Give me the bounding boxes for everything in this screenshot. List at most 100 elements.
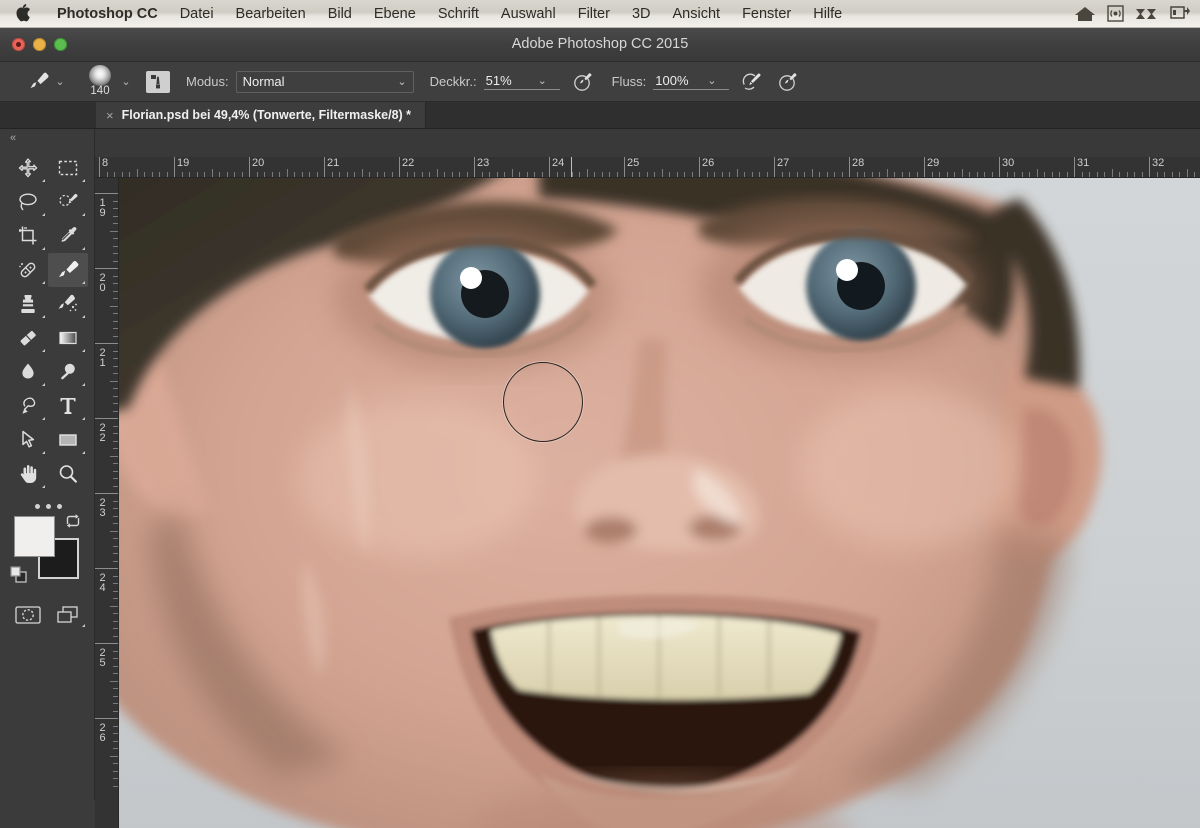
fast-forward-icon[interactable]: [1135, 6, 1159, 22]
menu-item-hilfe[interactable]: Hilfe: [802, 0, 853, 28]
pressure-size-icon[interactable]: [775, 69, 801, 95]
ruler-minor-tick: [639, 172, 640, 177]
image-canvas[interactable]: [119, 178, 1200, 828]
zoom-tool[interactable]: [48, 457, 88, 491]
ruler-label: 26: [99, 722, 106, 744]
ruler-minor-tick: [113, 748, 118, 749]
ruler-minor-tick: [113, 620, 118, 622]
pressure-opacity-icon[interactable]: [570, 69, 596, 95]
ruler-minor-tick: [113, 425, 118, 427]
menu-item-ansicht[interactable]: Ansicht: [662, 0, 732, 28]
foreground-color-swatch[interactable]: [14, 516, 55, 557]
eyedropper-tool[interactable]: [48, 219, 88, 253]
document-tab[interactable]: × Florian.psd bei 49,4% (Tonwerte, Filte…: [96, 102, 427, 128]
quick-mask-icon[interactable]: [8, 599, 48, 631]
ellipsis-dot-icon: [56, 503, 62, 509]
ruler-minor-tick: [856, 172, 858, 177]
clone-stamp-tool[interactable]: [8, 287, 48, 321]
menu-item-ebene[interactable]: Ebene: [363, 0, 427, 28]
quick-selection-tool[interactable]: [48, 185, 88, 219]
menu-item-3d[interactable]: 3D: [621, 0, 662, 28]
blend-mode-select[interactable]: Normal ⌄: [235, 70, 414, 93]
airplay-icon[interactable]: [1107, 5, 1124, 22]
ruler-minor-tick: [113, 365, 118, 367]
collapse-panel-icon[interactable]: «: [0, 129, 95, 147]
ruler-minor-tick: [766, 172, 768, 177]
flow-chevron-down-icon[interactable]: ⌄: [707, 74, 716, 87]
ruler-minor-tick: [1029, 172, 1030, 177]
default-colors-icon[interactable]: [10, 566, 28, 584]
ruler-minor-tick: [113, 440, 118, 442]
swap-colors-icon[interactable]: [64, 512, 82, 530]
brush-panel-toggle-icon[interactable]: [146, 70, 170, 93]
brush-size-preview[interactable]: 140: [82, 64, 118, 99]
history-brush-tool[interactable]: [48, 287, 88, 321]
ruler-minor-tick: [714, 172, 715, 177]
crop-tool[interactable]: [8, 219, 48, 253]
ruler-minor-tick: [496, 172, 498, 177]
ruler-minor-tick: [421, 172, 423, 177]
ruler-minor-tick: [113, 598, 118, 599]
brush-preset-caret-icon[interactable]: ⌄: [52, 75, 68, 88]
opacity-chevron-down-icon[interactable]: ⌄: [538, 74, 547, 87]
ruler-minor-tick: [113, 583, 118, 584]
menu-item-filter[interactable]: Filter: [567, 0, 621, 28]
ruler-minor-tick: [969, 172, 970, 177]
ruler-major-tick: [549, 157, 550, 177]
ruler-major-tick: [99, 157, 100, 177]
brush-tool[interactable]: [48, 253, 88, 287]
menu-item-schrift[interactable]: Schrift: [427, 0, 490, 28]
hand-tool[interactable]: [8, 457, 48, 491]
rectangle-tool[interactable]: [48, 423, 88, 457]
lasso-tool[interactable]: [8, 185, 48, 219]
ruler-label: 19: [99, 197, 106, 219]
airbrush-icon[interactable]: [739, 69, 765, 95]
ruler-minor-tick: [113, 433, 118, 434]
ruler-minor-tick: [113, 590, 118, 592]
ruler-major-tick: [95, 418, 118, 419]
opacity-input[interactable]: 51% ⌄: [483, 73, 560, 90]
close-icon[interactable]: ×: [106, 109, 114, 122]
menu-item-bearbeiten[interactable]: Bearbeiten: [225, 0, 317, 28]
ruler-minor-tick: [556, 172, 558, 177]
path-selection-tool[interactable]: [8, 423, 48, 457]
spot-healing-brush-tool[interactable]: [8, 253, 48, 287]
ruler-minor-tick: [369, 172, 370, 177]
ruler-minor-tick: [113, 410, 118, 412]
ruler-minor-tick: [436, 169, 438, 177]
type-tool[interactable]: [48, 389, 88, 423]
screen-mode-icon[interactable]: [48, 599, 88, 631]
move-tool[interactable]: [8, 151, 48, 185]
active-tool-indicator[interactable]: ⌄: [26, 69, 68, 95]
menu-item-datei[interactable]: Datei: [169, 0, 225, 28]
vertical-ruler[interactable]: 19 20 21 22 23 24 25 26: [95, 157, 119, 828]
home-icon[interactable]: [1074, 6, 1096, 22]
dodge-tool[interactable]: [48, 355, 88, 389]
ruler-minor-tick: [113, 628, 118, 629]
ruler-minor-tick: [113, 373, 118, 374]
ruler-label: 22: [402, 157, 415, 169]
ruler-major-tick: [95, 718, 118, 719]
horizontal-ruler[interactable]: 8 19 20 21 22 23 24 25 26 27 28 29 30 31 32: [95, 157, 1200, 178]
ruler-minor-tick: [1044, 172, 1045, 177]
ellipsis-dot-icon: [34, 503, 40, 509]
display-icon[interactable]: [1170, 5, 1190, 22]
ruler-minor-tick: [414, 172, 415, 177]
pen-tool[interactable]: [8, 389, 48, 423]
blur-tool[interactable]: [8, 355, 48, 389]
ruler-minor-tick: [110, 530, 118, 532]
apple-menu-icon[interactable]: [0, 3, 46, 24]
menu-item-fenster[interactable]: Fenster: [731, 0, 802, 28]
ruler-minor-tick: [684, 172, 685, 177]
rectangular-marquee-tool[interactable]: [48, 151, 88, 185]
flow-input[interactable]: 100% ⌄: [653, 73, 730, 90]
brush-tip-preview-icon: [89, 64, 111, 86]
menu-item-auswahl[interactable]: Auswahl: [490, 0, 567, 28]
ruler-minor-tick: [113, 470, 118, 472]
menu-item-app-name[interactable]: Photoshop CC: [46, 0, 169, 28]
eraser-tool[interactable]: [8, 321, 48, 355]
gradient-tool[interactable]: [48, 321, 88, 355]
menu-item-bild[interactable]: Bild: [317, 0, 363, 28]
ruler-minor-tick: [721, 172, 723, 177]
brush-settings-caret-icon[interactable]: ⌄: [118, 75, 134, 88]
